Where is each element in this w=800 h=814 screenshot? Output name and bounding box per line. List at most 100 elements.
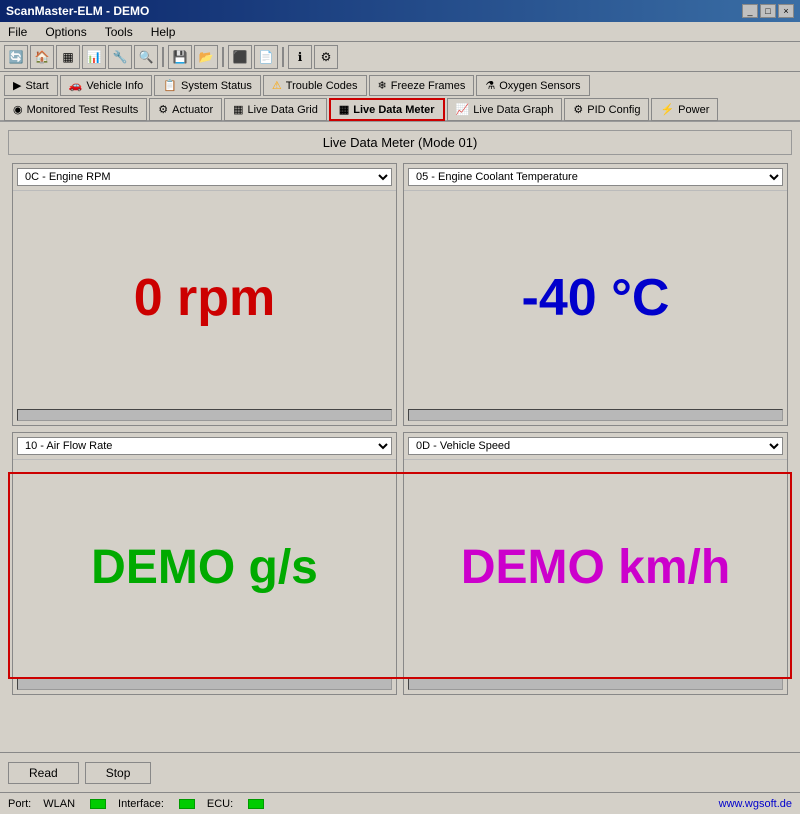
tab-monitored-label: Monitored Test Results xyxy=(27,104,139,116)
oxygen-icon: ⚗ xyxy=(485,79,495,92)
power-icon: ⚡ xyxy=(660,103,674,116)
meter-panel-4: 0D - Vehicle Speed DEMO km/h xyxy=(403,432,788,695)
tab-vehicle-info[interactable]: 🚗 Vehicle Info xyxy=(60,75,153,96)
toolbar-btn-8[interactable]: 📂 xyxy=(194,45,218,69)
stop-button[interactable]: Stop xyxy=(85,762,152,784)
pid-icon: ⚙ xyxy=(573,103,583,116)
tab-power[interactable]: ⚡ Power xyxy=(651,98,718,121)
meter-select-row-1: 0C - Engine RPM xyxy=(13,164,396,191)
website-link[interactable]: www.wgsoft.de xyxy=(719,798,792,810)
bottom-controls: Read Stop xyxy=(0,752,800,792)
demo-outline-4: DEMO km/h xyxy=(408,464,783,670)
toolbar-btn-7[interactable]: 💾 xyxy=(168,45,192,69)
toolbar-btn-3[interactable]: ▦ xyxy=(56,45,80,69)
status-bar: Port: WLAN Interface: ECU: www.wgsoft.de xyxy=(0,792,800,814)
tab-trouble-codes[interactable]: ⚠ Trouble Codes xyxy=(263,75,367,96)
tab-freeze-frames[interactable]: ❄ Freeze Frames xyxy=(369,75,475,96)
demo-outline-3: DEMO g/s xyxy=(17,464,392,670)
toolbar-btn-10[interactable]: 📄 xyxy=(254,45,278,69)
tab-monitored-test[interactable]: ◉ Monitored Test Results xyxy=(4,98,147,121)
menu-options[interactable]: Options xyxy=(41,24,90,40)
app-title: ScanMaster-ELM - DEMO xyxy=(6,4,149,18)
toolbar-sep-3 xyxy=(282,47,284,67)
toolbar-btn-9[interactable]: ⬛ xyxy=(228,45,252,69)
meter-value-3: DEMO g/s xyxy=(91,540,318,595)
meter-value-2: -40 °C xyxy=(522,268,670,328)
meter-value-1: 0 rpm xyxy=(134,268,276,328)
meter-select-1[interactable]: 0C - Engine RPM xyxy=(17,168,392,186)
meter-progress-1 xyxy=(17,409,392,421)
close-button[interactable]: × xyxy=(778,4,794,18)
main-content: Live Data Meter (Mode 01) 0C - Engine RP… xyxy=(0,122,800,752)
read-button[interactable]: Read xyxy=(8,762,79,784)
tab-live-data-graph[interactable]: 📈 Live Data Graph xyxy=(447,98,563,121)
meter-select-3[interactable]: 10 - Air Flow Rate xyxy=(17,437,392,455)
tab-vehicle-label: Vehicle Info xyxy=(86,80,143,92)
toolbar-btn-12[interactable]: ⚙ xyxy=(314,45,338,69)
toolbar-btn-1[interactable]: 🔄 xyxy=(4,45,28,69)
status-left: Port: WLAN Interface: ECU: xyxy=(8,798,264,810)
port-value: WLAN xyxy=(43,798,75,810)
menu-file[interactable]: File xyxy=(4,24,31,40)
tab-graph-label: Live Data Graph xyxy=(473,104,553,116)
toolbar-btn-4[interactable]: 📊 xyxy=(82,45,106,69)
tab-oxygen-sensors[interactable]: ⚗ Oxygen Sensors xyxy=(476,75,589,96)
meter-display-1: 0 rpm xyxy=(13,191,396,405)
freeze-icon: ❄ xyxy=(378,79,387,92)
meter-select-row-2: 05 - Engine Coolant Temperature xyxy=(404,164,787,191)
meter-display-2: -40 °C xyxy=(404,191,787,405)
meter-select-4[interactable]: 0D - Vehicle Speed xyxy=(408,437,783,455)
tab-system-status[interactable]: 📋 System Status xyxy=(154,75,261,96)
toolbar-btn-6[interactable]: 🔍 xyxy=(134,45,158,69)
meter-panel-2: 05 - Engine Coolant Temperature -40 °C xyxy=(403,163,788,426)
meter-select-row-3: 10 - Air Flow Rate xyxy=(13,433,396,460)
tab-grid-label: Live Data Grid xyxy=(248,104,318,116)
tab-start-label: Start xyxy=(25,80,48,92)
menu-bar: File Options Tools Help xyxy=(0,22,800,42)
tab-pid-config[interactable]: ⚙ PID Config xyxy=(564,98,649,121)
tab-start[interactable]: ▶ Start xyxy=(4,75,58,96)
trouble-icon: ⚠ xyxy=(272,79,282,92)
tab-power-label: Power xyxy=(678,104,709,116)
vehicle-icon: 🚗 xyxy=(69,79,83,92)
tab-freeze-label: Freeze Frames xyxy=(391,80,466,92)
tab-live-data-meter[interactable]: ▦ Live Data Meter xyxy=(329,98,445,121)
meters-container: 0C - Engine RPM 0 rpm 05 - Engine Coolan… xyxy=(4,159,796,699)
toolbar-sep-2 xyxy=(222,47,224,67)
toolbar-btn-5[interactable]: 🔧 xyxy=(108,45,132,69)
meter-value-4: DEMO km/h xyxy=(461,540,730,595)
meter-select-2[interactable]: 05 - Engine Coolant Temperature xyxy=(408,168,783,186)
window-controls[interactable]: _ □ × xyxy=(742,4,794,18)
maximize-button[interactable]: □ xyxy=(760,4,776,18)
tab-live-data-grid[interactable]: ▦ Live Data Grid xyxy=(224,98,327,121)
page-title: Live Data Meter (Mode 01) xyxy=(8,130,792,155)
tab-row-1: ▶ Start 🚗 Vehicle Info 📋 System Status ⚠… xyxy=(0,72,800,95)
interface-label: Interface: xyxy=(118,798,164,810)
tab-actuator-label: Actuator xyxy=(172,104,213,116)
graph-icon: 📈 xyxy=(456,103,470,116)
actuator-icon: ⚙ xyxy=(158,103,168,116)
ecu-label: ECU: xyxy=(207,798,233,810)
interface-indicator xyxy=(179,799,195,809)
minimize-button[interactable]: _ xyxy=(742,4,758,18)
meter-progress-4 xyxy=(408,678,783,690)
toolbar-sep-1 xyxy=(162,47,164,67)
tab-oxygen-label: Oxygen Sensors xyxy=(499,80,580,92)
toolbar: 🔄 🏠 ▦ 📊 🔧 🔍 💾 📂 ⬛ 📄 ℹ ⚙ xyxy=(0,42,800,72)
meter-icon: ▦ xyxy=(339,103,349,116)
monitored-icon: ◉ xyxy=(13,103,23,116)
title-bar: ScanMaster-ELM - DEMO _ □ × xyxy=(0,0,800,22)
menu-tools[interactable]: Tools xyxy=(101,24,137,40)
tab-row-2: ◉ Monitored Test Results ⚙ Actuator ▦ Li… xyxy=(0,95,800,122)
start-icon: ▶ xyxy=(13,79,21,92)
toolbar-btn-2[interactable]: 🏠 xyxy=(30,45,54,69)
meter-progress-3 xyxy=(17,678,392,690)
tab-system-label: System Status xyxy=(181,80,252,92)
tab-pid-label: PID Config xyxy=(587,104,640,116)
toolbar-btn-11[interactable]: ℹ xyxy=(288,45,312,69)
meter-select-row-4: 0D - Vehicle Speed xyxy=(404,433,787,460)
system-icon: 📋 xyxy=(163,79,177,92)
meter-panel-3: 10 - Air Flow Rate DEMO g/s xyxy=(12,432,397,695)
tab-actuator[interactable]: ⚙ Actuator xyxy=(149,98,222,121)
menu-help[interactable]: Help xyxy=(147,24,180,40)
